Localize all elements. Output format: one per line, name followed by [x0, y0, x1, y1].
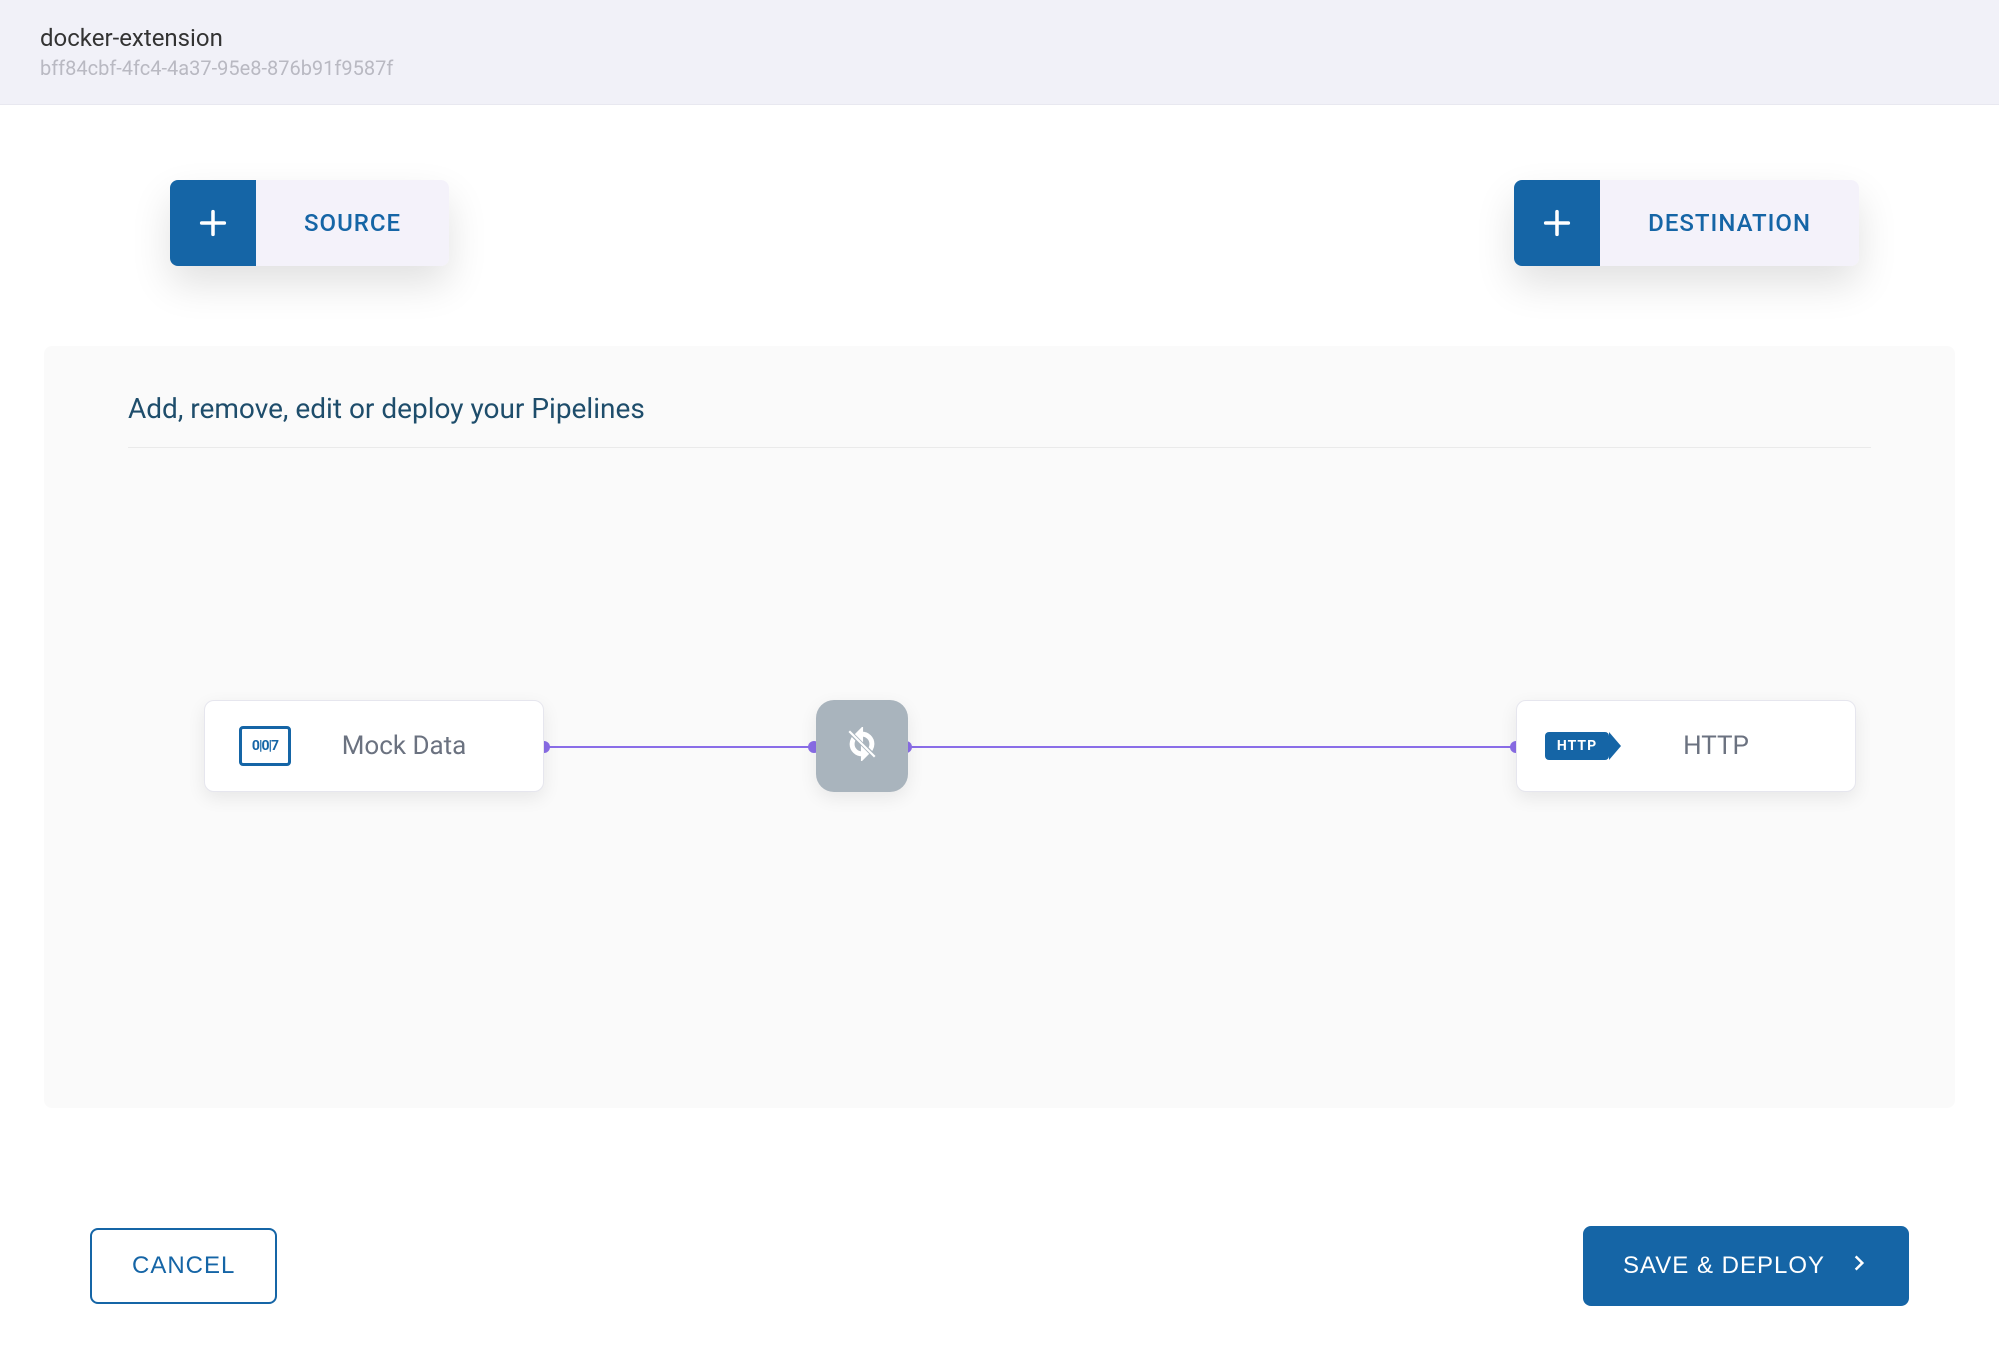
add-source-button[interactable]: SOURCE: [170, 180, 449, 266]
connector-wire: [908, 746, 1516, 748]
page-subtitle: bff84cbf-4fc4-4a37-95e8-876b91f9587f: [40, 56, 1959, 80]
sync-disabled-icon: [845, 727, 879, 765]
plus-icon: [1514, 180, 1600, 266]
transform-node[interactable]: [816, 700, 908, 792]
save-deploy-button[interactable]: SAVE & DEPLOY: [1583, 1226, 1909, 1306]
save-deploy-label: SAVE & DEPLOY: [1623, 1252, 1825, 1280]
footer-actions: CANCEL SAVE & DEPLOY: [0, 1226, 1999, 1306]
pipeline-canvas: Add, remove, edit or deploy your Pipelin…: [44, 346, 1955, 1108]
mock-data-icon: 0|0|7: [235, 726, 295, 766]
connector-wire: [544, 746, 816, 748]
pipeline-graph: 0|0|7 Mock Data HTTP HTTP: [128, 448, 1871, 928]
destination-node-label: HTTP: [1607, 731, 1825, 761]
page-header: docker-extension bff84cbf-4fc4-4a37-95e8…: [0, 0, 1999, 105]
add-source-label: SOURCE: [256, 180, 449, 266]
source-node-label: Mock Data: [295, 731, 513, 761]
add-destination-label: DESTINATION: [1600, 180, 1859, 266]
canvas-title: Add, remove, edit or deploy your Pipelin…: [128, 392, 1871, 448]
chevron-right-icon: [1849, 1252, 1869, 1280]
page-title: docker-extension: [40, 24, 1959, 52]
cancel-button[interactable]: CANCEL: [90, 1228, 277, 1304]
plus-icon: [170, 180, 256, 266]
toolbar: SOURCE DESTINATION: [0, 105, 1999, 266]
http-icon: HTTP: [1547, 732, 1607, 760]
add-destination-button[interactable]: DESTINATION: [1514, 180, 1859, 266]
source-node[interactable]: 0|0|7 Mock Data: [204, 700, 544, 792]
destination-node[interactable]: HTTP HTTP: [1516, 700, 1856, 792]
